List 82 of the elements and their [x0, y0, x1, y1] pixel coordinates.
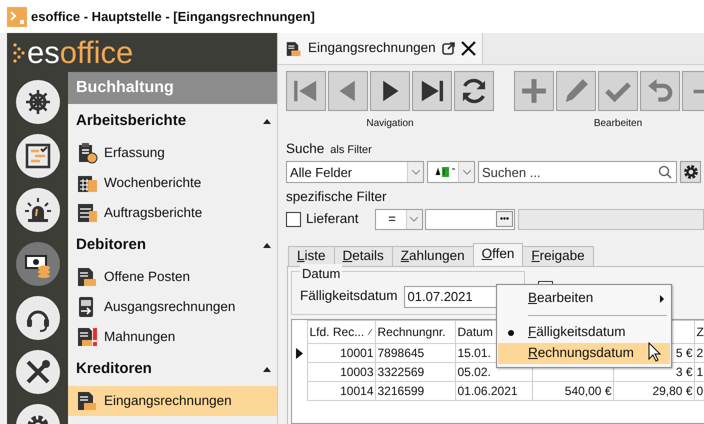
toolbar-button[interactable]	[370, 71, 410, 111]
collapse-toggle[interactable]	[263, 242, 271, 248]
field-select[interactable]: Alle Felder	[286, 161, 424, 184]
table-cell: 10003	[307, 362, 375, 381]
module-button[interactable]	[16, 188, 60, 232]
sidebar-item[interactable]: Ausgangsrechnungen	[68, 292, 277, 322]
column-header[interactable]: Rechnungnr.	[375, 320, 455, 343]
sidebar-item[interactable]: Auftragsberichte	[68, 198, 277, 228]
helm-icon	[24, 88, 52, 116]
sidebar-item[interactable]: Eingangsrechnungen	[68, 386, 277, 416]
table-cell: 7898645	[375, 343, 455, 362]
browse-button[interactable]	[496, 211, 513, 227]
settings-icon	[682, 164, 698, 180]
sidebar-item[interactable]: Erfassung	[68, 138, 277, 168]
logo-icon	[13, 42, 25, 64]
menu-item[interactable]: Rechnungsdatum	[498, 343, 670, 364]
table-cell: 01.06.2021	[455, 381, 532, 400]
column-header[interactable]: Lfd. Rec...	[307, 320, 375, 343]
table-cell: 3216599	[375, 381, 455, 400]
document-icon	[77, 390, 98, 412]
group-label: Navigation	[366, 117, 414, 131]
settings-button[interactable]	[680, 161, 701, 184]
cursor-icon	[648, 342, 662, 362]
clipboard-icon	[77, 142, 98, 164]
close-icon[interactable]	[460, 41, 476, 56]
sidebar-item[interactable]: Wochenberichte	[68, 168, 277, 198]
tab[interactable]: Details	[334, 246, 393, 266]
section-label: spezifische Filter	[286, 188, 388, 206]
search-field[interactable]: Suchen ...	[478, 161, 677, 184]
tab[interactable]: Offen	[472, 242, 524, 266]
tab[interactable]: Freigabe	[522, 246, 594, 266]
popout-icon[interactable]	[442, 42, 455, 55]
table-cell: 10001	[307, 343, 375, 362]
toolbar-button[interactable]	[454, 71, 494, 111]
collapse-toggle[interactable]	[263, 366, 271, 372]
group-title: Kreditoren	[76, 358, 152, 379]
search-icon	[658, 165, 672, 180]
filter-label: Lieferant	[306, 210, 359, 228]
module-button[interactable]	[16, 296, 60, 340]
module-button[interactable]	[16, 134, 60, 178]
caret-icon	[410, 216, 418, 222]
checkbox[interactable]	[286, 212, 301, 226]
table-cell: 29,80 €	[613, 381, 694, 400]
filter-hint: als Filter	[330, 143, 372, 158]
table-cell: 540,00 €	[532, 381, 613, 400]
panel-title: Buchhaltung	[68, 72, 277, 104]
caret-icon	[412, 170, 420, 175]
form-icon	[77, 202, 98, 224]
app-icon	[7, 6, 27, 26]
module-button[interactable]	[16, 350, 60, 394]
board-icon	[24, 142, 52, 170]
sidebar-item[interactable]: Offene Posten	[68, 262, 277, 292]
date-label: Fälligkeitsdatum	[300, 287, 398, 306]
tools-icon	[24, 358, 52, 386]
siren-icon	[24, 196, 52, 224]
operator-select[interactable]: =	[374, 208, 423, 230]
group-label: Bearbeiten	[594, 117, 642, 131]
text-match-icon	[434, 166, 456, 178]
tab[interactable]: Liste	[288, 246, 335, 266]
value-field[interactable]	[424, 208, 515, 230]
document-icon	[77, 266, 98, 288]
module-button[interactable]	[16, 242, 60, 286]
ellipsis-icon	[500, 216, 509, 220]
table-cell: 10014	[307, 381, 375, 400]
column-header[interactable]: Z	[694, 320, 704, 343]
document-icon	[286, 40, 302, 58]
document-tab[interactable]: Eingangsrechnungen	[278, 33, 483, 64]
search-label: Suche	[286, 140, 324, 158]
sidebar-item[interactable]: Mahnungen	[68, 322, 277, 352]
group-title: Arbeitsberichte	[76, 110, 186, 131]
group-title: Debitoren	[76, 234, 146, 255]
toolbar-button[interactable]	[412, 71, 452, 111]
module-button[interactable]	[16, 80, 60, 124]
caret-icon	[462, 170, 470, 175]
document-icon	[77, 326, 98, 348]
collapse-toggle[interactable]	[263, 118, 271, 124]
match-mode-select[interactable]	[427, 161, 475, 184]
tab[interactable]: Zahlungen	[392, 246, 474, 266]
submenu-arrow-icon	[660, 295, 664, 303]
logo-text: esoffice	[27, 37, 134, 68]
table-cell: 3322569	[375, 362, 455, 381]
window-title: esoffice - Hauptstelle - [Eingangsrechnungen]	[31, 8, 315, 26]
